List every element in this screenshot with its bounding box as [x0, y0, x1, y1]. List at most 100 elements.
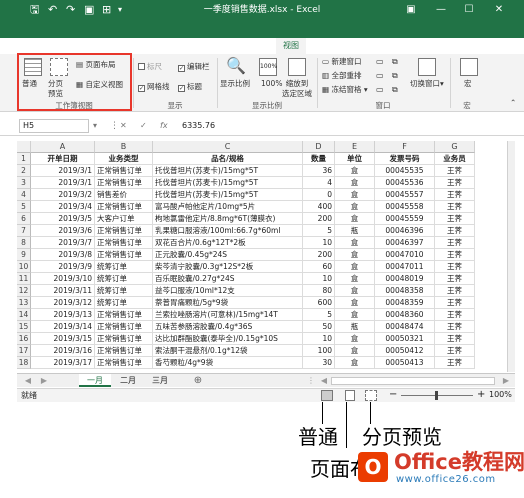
row-header[interactable]: 17	[17, 345, 31, 357]
scroll-right-icon[interactable]: ▶	[501, 374, 511, 387]
table-cell[interactable]: 4	[303, 177, 335, 189]
new-window-button[interactable]: ▭ 新建窗口	[322, 57, 361, 67]
gridlines-checkbox[interactable]: ✓ 网格线	[138, 82, 170, 92]
table-cell[interactable]: 托伐普坦片(苏麦卡)/15mg*5T	[153, 189, 303, 201]
table-cell[interactable]: 5	[303, 225, 335, 237]
table-cell[interactable]: 60	[303, 261, 335, 273]
zoom-in-icon[interactable]: +	[477, 389, 485, 400]
table-cell[interactable]: 5	[303, 309, 335, 321]
table-cell[interactable]: 2019/3/6	[31, 225, 95, 237]
table-cell[interactable]: 2019/3/16	[31, 345, 95, 357]
formula-bar-checkbox[interactable]: ✓ 编辑栏	[178, 62, 210, 72]
sheet-tab-march[interactable]: 三月	[145, 374, 175, 387]
table-cell[interactable]: 2019/3/8	[31, 249, 95, 261]
table-cell[interactable]: 柴芩清宁胶囊/0.3g*12S*2板	[153, 261, 303, 273]
table-cell[interactable]: 盒	[335, 201, 375, 213]
view-side-by-side-icon[interactable]: ⧉	[392, 57, 398, 67]
table-cell[interactable]: 400	[303, 201, 335, 213]
table-cell[interactable]: 00045557	[375, 189, 435, 201]
arrange-all-button[interactable]: ▥ 全部重排	[322, 71, 361, 81]
table-cell[interactable]: 正常销售订单	[95, 225, 153, 237]
table-cell[interactable]: 2019/3/1	[31, 165, 95, 177]
table-cell[interactable]: 枸地氯雷他定片/8.8mg*6T(薄膜衣)	[153, 213, 303, 225]
table-cell[interactable]: 王荠	[435, 285, 475, 297]
table-cell[interactable]: 盒	[335, 333, 375, 345]
table-cell[interactable]: 00048359	[375, 297, 435, 309]
zoom-100-button[interactable]: 100%	[261, 79, 282, 89]
split-handle-icon[interactable]: ⋮	[307, 374, 315, 387]
zoom-to-selection-icon[interactable]	[288, 58, 306, 76]
table-cell[interactable]: 00046397	[375, 237, 435, 249]
column-header-c[interactable]: C	[153, 141, 303, 153]
table-cell[interactable]: 正常销售订单	[95, 165, 153, 177]
table-cell[interactable]: 王荠	[435, 177, 475, 189]
headings-checkbox[interactable]: ✓ 标题	[178, 82, 202, 92]
table-cell[interactable]: 00048019	[375, 273, 435, 285]
column-header-b[interactable]: B	[95, 141, 153, 153]
table-cell[interactable]: 盒	[335, 237, 375, 249]
table-cell[interactable]: 王荠	[435, 189, 475, 201]
horizontal-scrollbar[interactable]	[331, 377, 495, 385]
table-cell[interactable]: 王荠	[435, 345, 475, 357]
prev-sheet-icon[interactable]: ◀	[23, 374, 33, 387]
table-cell[interactable]: 盒	[335, 273, 375, 285]
table-cell[interactable]: 王荠	[435, 357, 475, 369]
split-icon[interactable]: ▭	[376, 57, 384, 67]
table-cell[interactable]: 00050321	[375, 333, 435, 345]
row-header[interactable]: 10	[17, 261, 31, 273]
row-header[interactable]: 11	[17, 273, 31, 285]
minimize-button[interactable]: —	[430, 2, 452, 18]
row-header[interactable]: 9	[17, 249, 31, 261]
worksheet-grid[interactable]: A B C D E F G 1 开单日期 业务类型 品名/规格 数量 单位 发票号码 业务员 2 2019/3/…	[17, 141, 515, 372]
table-cell[interactable]: 百乐眠胶囊/0.27g*24S	[153, 273, 303, 285]
table-header-cell[interactable]: 品名/规格	[153, 153, 303, 165]
zoom-to-selection-button[interactable]: 缩放到 选定区域	[282, 79, 312, 99]
table-cell[interactable]: 10	[303, 333, 335, 345]
tab-formulas[interactable]: 公式	[176, 38, 198, 54]
collapse-ribbon-icon[interactable]: ⌃	[510, 98, 516, 108]
reset-window-position-icon[interactable]: ⧉	[392, 85, 398, 95]
table-cell[interactable]: 2019/3/2	[31, 189, 95, 201]
table-cell[interactable]: 36	[303, 165, 335, 177]
table-cell[interactable]: 王荠	[435, 333, 475, 345]
table-cell[interactable]: 00050413	[375, 357, 435, 369]
zoom-slider-thumb[interactable]	[435, 391, 438, 400]
column-header-e[interactable]: E	[335, 141, 375, 153]
table-cell[interactable]: 盒	[335, 165, 375, 177]
table-cell[interactable]: 00046396	[375, 225, 435, 237]
table-cell[interactable]: 30	[303, 357, 335, 369]
zoom-out-icon[interactable]: −	[389, 389, 397, 400]
add-sheet-icon[interactable]: ⊕	[191, 374, 205, 387]
table-cell[interactable]: 王荠	[435, 237, 475, 249]
row-header[interactable]: 4	[17, 189, 31, 201]
table-cell[interactable]: 2019/3/15	[31, 333, 95, 345]
table-cell[interactable]: 盒	[335, 177, 375, 189]
table-cell[interactable]: 统筹订单	[95, 285, 153, 297]
table-cell[interactable]: 盒	[335, 249, 375, 261]
table-cell[interactable]: 200	[303, 249, 335, 261]
name-box[interactable]: H5	[19, 119, 89, 133]
table-cell[interactable]: 乳果糖口服溶液/100ml:66.7g*60ml	[153, 225, 303, 237]
freeze-panes-button[interactable]: ▦ 冻结窗格 ▾	[322, 85, 368, 95]
macros-icon[interactable]	[460, 58, 478, 76]
table-cell[interactable]: 达比加群酯胶囊(泰毕全)/0.15g*10S	[153, 333, 303, 345]
table-cell[interactable]: 王荠	[435, 261, 475, 273]
table-cell[interactable]: 盒	[335, 285, 375, 297]
zoom-level[interactable]: 100%	[489, 390, 512, 399]
page-break-status-icon[interactable]	[365, 390, 377, 401]
table-cell[interactable]: 盒	[335, 189, 375, 201]
table-cell[interactable]: 兰索拉唑肠溶片(可意林)/15mg*14T	[153, 309, 303, 321]
table-cell[interactable]: 王荠	[435, 165, 475, 177]
table-cell[interactable]: 王荠	[435, 273, 475, 285]
table-cell[interactable]: 00047011	[375, 261, 435, 273]
table-cell[interactable]: 2019/3/13	[31, 309, 95, 321]
table-cell[interactable]: 统筹订单	[95, 273, 153, 285]
table-header-cell[interactable]: 开单日期	[31, 153, 95, 165]
row-header[interactable]: 3	[17, 177, 31, 189]
macros-button[interactable]: 宏	[464, 79, 472, 89]
table-cell[interactable]: 100	[303, 345, 335, 357]
next-sheet-icon[interactable]: ▶	[39, 374, 49, 387]
table-cell[interactable]: 托伐普坦片(苏麦卡)/15mg*5T	[153, 165, 303, 177]
scroll-left-icon[interactable]: ◀	[319, 374, 329, 387]
table-cell[interactable]: 00045535	[375, 165, 435, 177]
